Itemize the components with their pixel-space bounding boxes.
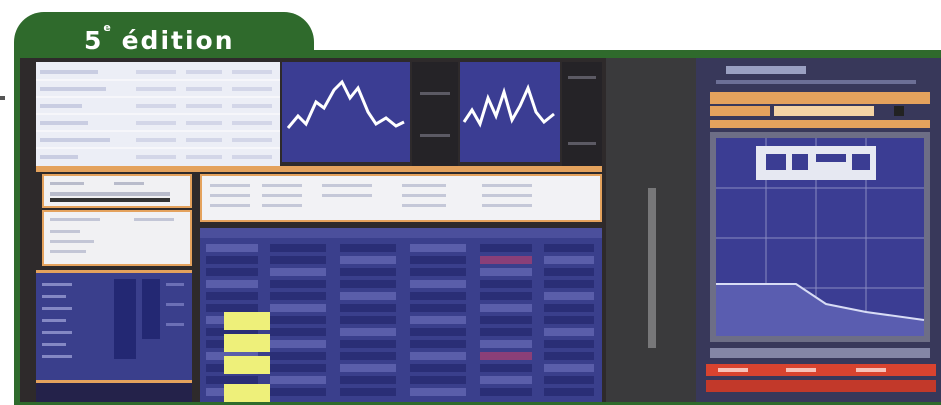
quote-grid-cell (270, 316, 326, 324)
quote-grid-cell (410, 340, 466, 348)
quote-grid-cell (544, 364, 594, 372)
quote-grid-cell (544, 388, 594, 396)
quote-grid-cell (340, 340, 396, 348)
quote-grid-cell (544, 340, 594, 348)
yellow-cell (224, 334, 270, 352)
quote-grid-cell (410, 304, 466, 312)
quote-grid-cell (544, 256, 594, 264)
quote-grid-cell (544, 280, 594, 288)
bezel-highlight (648, 188, 656, 348)
quote-grid-cell (480, 244, 532, 252)
quote-grid-cell (480, 376, 532, 384)
quote-grid-cell (544, 292, 594, 300)
line-chart-right-plot (462, 83, 555, 128)
center-info-panel (200, 174, 602, 222)
bottom-left-grid-cells (42, 279, 184, 359)
quote-grid-cell (340, 256, 396, 264)
quote-grid-cell (206, 292, 258, 300)
top-left-table-rows (36, 70, 280, 159)
quote-grid-cell (544, 316, 594, 324)
quote-grid-cell (270, 340, 326, 348)
popup-left-bottom (42, 210, 192, 266)
quote-grid-cell (206, 256, 258, 264)
bottom-left-footer (36, 380, 192, 402)
quote-grid-cell (480, 280, 532, 288)
quote-grid-cell (410, 376, 466, 384)
right-monitor-content (706, 66, 936, 392)
quote-grid-cell (480, 352, 532, 360)
line-chart-left-axis (412, 62, 458, 168)
quote-grid-cell (340, 292, 396, 300)
right-monitor (696, 58, 941, 402)
quote-grid-cell (544, 352, 594, 360)
quote-grid-cell (340, 268, 396, 276)
quote-grid-cell (480, 304, 532, 312)
quote-grid-cell (480, 328, 532, 336)
quote-grid-cell (544, 268, 594, 276)
yellow-cell (224, 312, 270, 330)
quote-grid-cell (206, 268, 258, 276)
quote-grid-cell (270, 352, 326, 360)
top-left-data-table (36, 62, 280, 168)
quote-grid-cell (340, 244, 396, 252)
quote-grid-cell (410, 280, 466, 288)
quote-grid-cell (480, 340, 532, 348)
orange-band-top (36, 166, 602, 172)
quote-grid-cell (544, 244, 594, 252)
quote-grid-cell (270, 280, 326, 288)
quote-grid-cell (544, 376, 594, 384)
quote-grid-cell (480, 364, 532, 372)
line-chart-right-axis (562, 62, 602, 168)
quote-grid-cell (410, 328, 466, 336)
quote-grid-cell (410, 244, 466, 252)
quote-grid-cell (480, 256, 532, 264)
quote-grid-cell (410, 364, 466, 372)
line-chart-left (282, 62, 410, 162)
trading-screen-photo (20, 58, 941, 402)
quote-grid-cell (206, 244, 258, 252)
quote-grid-cell (340, 352, 396, 360)
quote-grid-cell (480, 292, 532, 300)
line-chart-left-plot (286, 79, 405, 129)
quote-grid-cell (340, 388, 396, 396)
quote-grid-cell (480, 316, 532, 324)
quote-grid-cell (270, 364, 326, 372)
quote-grid-cell (544, 304, 594, 312)
quote-grid-cell (340, 316, 396, 324)
yellow-cells (224, 312, 270, 402)
quote-grid-cell (410, 256, 466, 264)
leader-tick (0, 96, 5, 100)
quote-grid-cell (270, 256, 326, 264)
quote-grid-cell (340, 328, 396, 336)
bottom-left-grid (36, 270, 192, 380)
quote-grid-cell (270, 304, 326, 312)
quote-grid-cell (410, 352, 466, 360)
quote-grid-cell (544, 328, 594, 336)
quote-grid-cell (340, 304, 396, 312)
edition-superscript: e (103, 20, 111, 34)
line-chart-right (460, 62, 560, 162)
yellow-cell (224, 384, 270, 402)
quote-grid-cell (270, 244, 326, 252)
quote-grid-cell (206, 304, 258, 312)
quote-grid-cell (410, 292, 466, 300)
quote-grid-cell (410, 268, 466, 276)
quote-grid-cell (340, 364, 396, 372)
quote-grid-cell (270, 388, 326, 396)
quote-grid-cell (340, 280, 396, 288)
quote-grid-cell (270, 376, 326, 384)
quote-grid-cell (480, 388, 532, 396)
quote-grid-cell (340, 376, 396, 384)
quote-grid-cell (270, 328, 326, 336)
quote-grid-cell (270, 292, 326, 300)
quote-grid-cell (410, 316, 466, 324)
yellow-cell (224, 356, 270, 374)
popup-left-top (42, 174, 192, 208)
quote-grid-cell (410, 388, 466, 396)
quote-grid-cell (270, 268, 326, 276)
quote-grid-cell (206, 280, 258, 288)
quote-grid-cell (480, 268, 532, 276)
